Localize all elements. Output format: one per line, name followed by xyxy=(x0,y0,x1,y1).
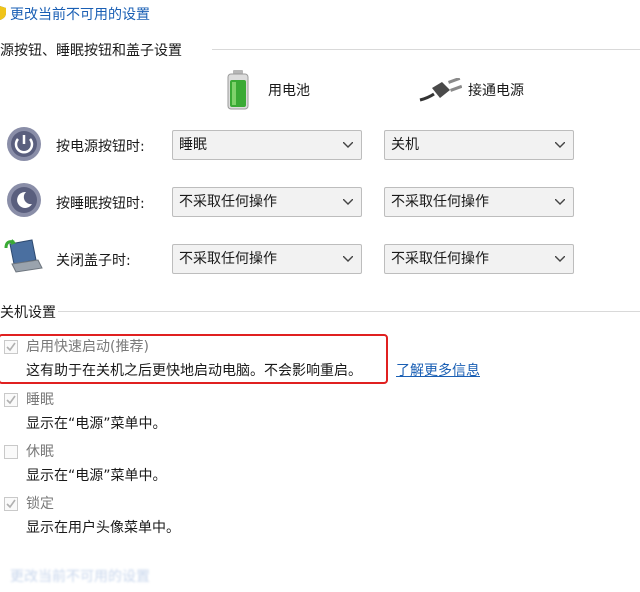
chevron-down-icon xyxy=(343,142,353,148)
power-button-plugged-select[interactable]: 关机 xyxy=(384,130,574,160)
select-value: 不采取任何操作 xyxy=(179,251,277,267)
chevron-down-icon xyxy=(555,256,565,262)
change-unavailable-settings-link[interactable]: 更改当前不可用的设置 xyxy=(10,4,150,24)
close-lid-plugged-select[interactable]: 不采取任何操作 xyxy=(384,244,574,274)
hibernate-description: 显示在“电源”菜单中。 xyxy=(26,468,167,484)
hibernate-checkbox[interactable] xyxy=(4,445,18,459)
chevron-down-icon xyxy=(343,199,353,205)
select-value: 关机 xyxy=(391,137,419,153)
group-divider xyxy=(212,49,640,50)
group-divider xyxy=(58,311,640,312)
chevron-down-icon xyxy=(555,199,565,205)
chevron-down-icon xyxy=(343,256,353,262)
lock-label: 锁定 xyxy=(26,496,54,512)
power-button-label: 按电源按钮时: xyxy=(56,139,145,155)
select-value: 不采取任何操作 xyxy=(179,194,277,210)
highlight-box xyxy=(0,334,388,384)
shield-icon xyxy=(0,6,6,20)
select-value: 不采取任何操作 xyxy=(391,194,489,210)
close-lid-battery-select[interactable]: 不采取任何操作 xyxy=(172,244,362,274)
faded-link-artifact: 更改当前不可用的设置 xyxy=(10,569,150,585)
hibernate-label: 休眠 xyxy=(26,444,54,460)
shutdown-settings-group-title: 关机设置 xyxy=(0,305,56,321)
select-value: 不采取任何操作 xyxy=(391,251,489,267)
sleep-checkbox[interactable] xyxy=(4,393,18,407)
laptop-lid-icon xyxy=(4,239,43,273)
power-buttons-group-title: 源按钮、睡眠按钮和盖子设置 xyxy=(0,43,182,59)
learn-more-link[interactable]: 了解更多信息 xyxy=(396,360,480,380)
column-header-plugged-in: 接通电源 xyxy=(468,83,524,99)
checkmark-icon xyxy=(6,499,16,509)
close-lid-label: 关闭盖子时: xyxy=(56,253,131,269)
power-button-icon xyxy=(7,127,41,161)
battery-icon xyxy=(227,70,249,110)
sleep-button-icon xyxy=(7,183,41,217)
sleep-label: 睡眠 xyxy=(26,392,54,408)
plug-icon xyxy=(419,78,462,102)
power-button-battery-select[interactable]: 睡眠 xyxy=(172,130,362,160)
sleep-button-plugged-select[interactable]: 不采取任何操作 xyxy=(384,187,574,217)
column-header-battery: 用电池 xyxy=(268,83,310,99)
sleep-button-battery-select[interactable]: 不采取任何操作 xyxy=(172,187,362,217)
select-value: 睡眠 xyxy=(179,137,207,153)
checkmark-icon xyxy=(6,395,16,405)
sleep-button-label: 按睡眠按钮时: xyxy=(56,196,145,212)
chevron-down-icon xyxy=(555,142,565,148)
lock-description: 显示在用户头像菜单中。 xyxy=(26,520,180,536)
lock-checkbox[interactable] xyxy=(4,497,18,511)
sleep-description: 显示在“电源”菜单中。 xyxy=(26,416,167,432)
